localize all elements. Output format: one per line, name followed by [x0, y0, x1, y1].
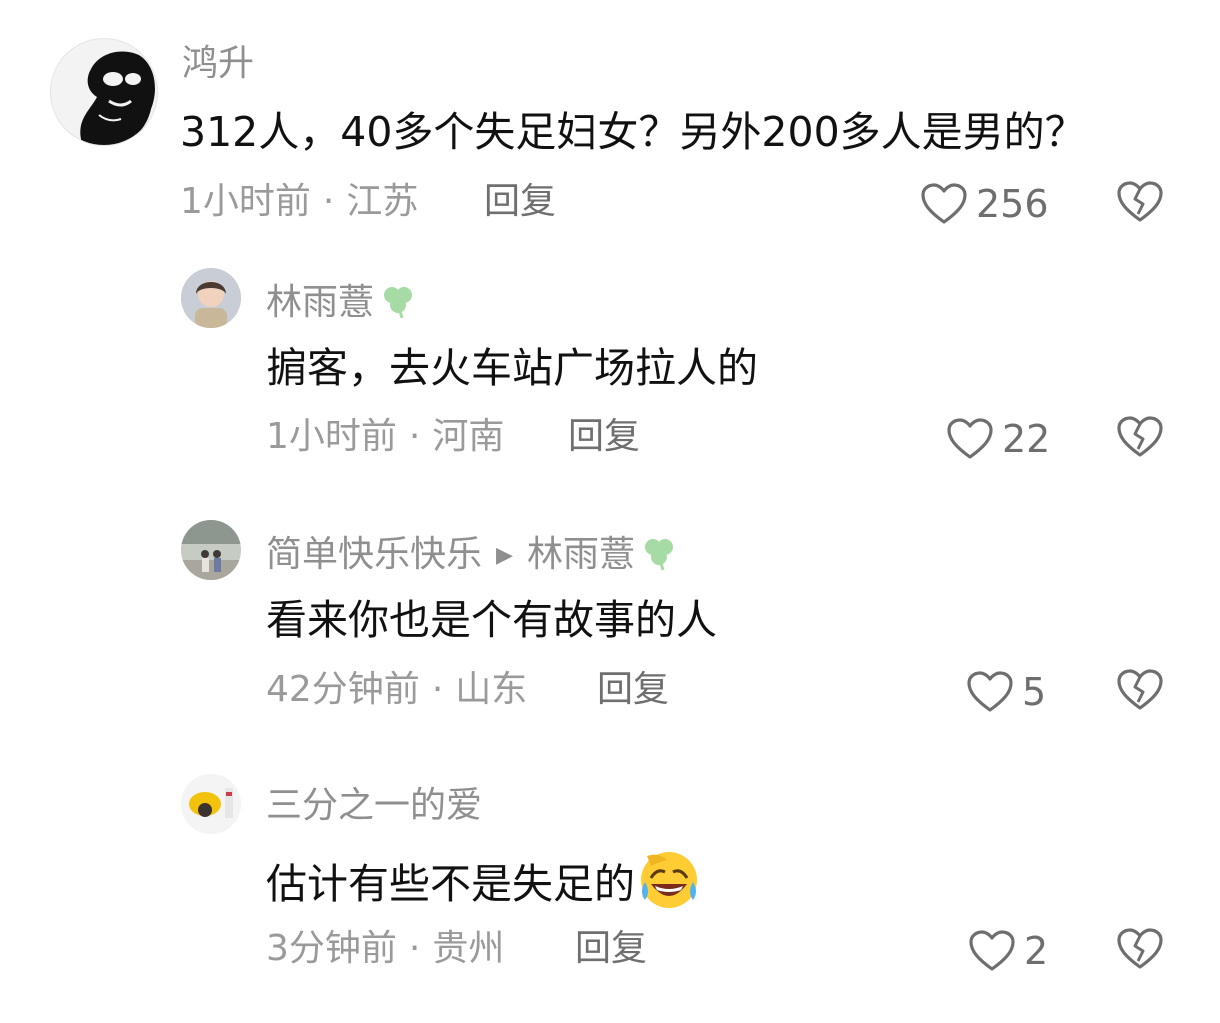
comment-text: 估计有些不是失足的: [266, 848, 701, 912]
comment-text-content: 估计有些不是失足的: [266, 860, 635, 908]
like-button[interactable]: 2: [968, 929, 1048, 973]
laughing-crying-emoji-icon: [641, 852, 697, 908]
yellow-hat-avatar-icon: [181, 774, 241, 834]
comment-location: 贵州: [432, 928, 505, 969]
comment-time: 3分钟前: [266, 928, 397, 969]
comment-meta: 3分钟前 · 贵州: [266, 929, 504, 969]
reply-button[interactable]: 回复: [575, 929, 647, 969]
like-count: 2: [1024, 929, 1049, 973]
comment-author[interactable]: 三分之一的爱: [266, 786, 482, 826]
heart-icon: [969, 930, 1015, 971]
meta-separator: ·: [408, 928, 421, 969]
avatar[interactable]: [181, 774, 241, 834]
comment-item: 三分之一的爱 估计有些不是失足的 3分钟前 · 贵州 回复 2: [0, 0, 1220, 1000]
broken-heart-icon: [1117, 928, 1163, 969]
dislike-button[interactable]: [1116, 927, 1164, 971]
